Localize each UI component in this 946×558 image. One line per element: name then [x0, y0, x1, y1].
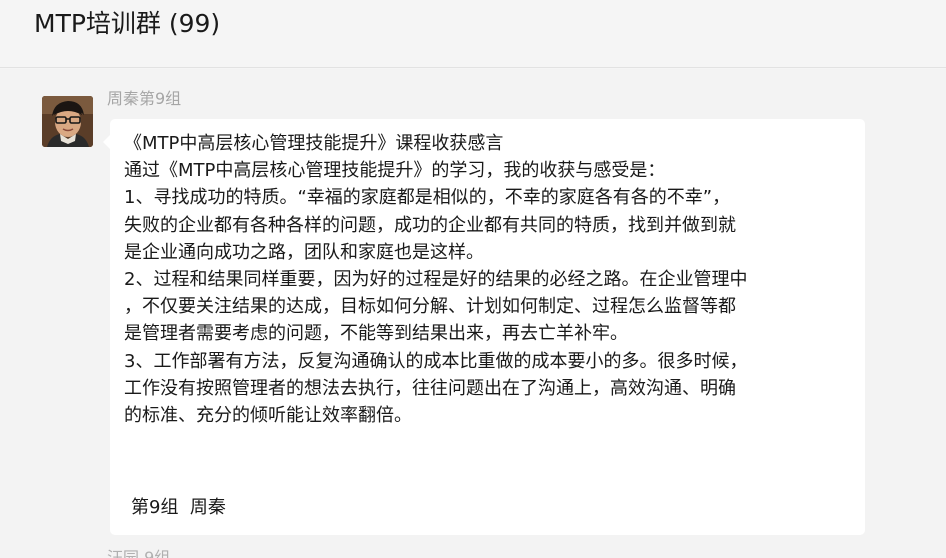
message-line: 失败的企业都有各种各样的问题，成功的企业都有共同的特质，找到并做到就	[124, 214, 736, 236]
message-line: 是管理者需要考虑的问题，不能等到结果出来，再去亡羊补牢。	[124, 323, 628, 345]
message-line: 1、寻找成功的特质。“幸福的家庭都是相似的，不幸的家庭各有各的不幸”，	[124, 187, 731, 209]
message-text: 《MTP中高层核心管理技能提升》课程收获感言 通过《MTP中高层核心管理技能提升…	[124, 130, 860, 429]
message-bubble[interactable]: 《MTP中高层核心管理技能提升》课程收获感言 通过《MTP中高层核心管理技能提升…	[103, 119, 865, 535]
message-line: 通过《MTP中高层核心管理技能提升》的学习，我的收获与感受是：	[124, 160, 666, 182]
message-line: 2、过程和结果同样重要，因为好的过程是好的结果的必经之路。在企业管理中	[124, 268, 748, 290]
message-line: 3、工作部署有方法，反复沟通确认的成本比重做的成本要小的多。很多时候，	[124, 350, 748, 372]
sender-avatar[interactable]	[42, 96, 93, 147]
message-line: 《MTP中高层核心管理技能提升》课程收获感言	[124, 133, 504, 154]
message-line: 是企业通向成功之路，团队和家庭也是这样。	[124, 241, 484, 263]
sender-name: 周秦第9组	[107, 89, 182, 108]
message-line: 工作没有按照管理者的想法去执行，往往问题出在了沟通上，高效沟通、明确	[124, 377, 736, 399]
message-line: 的标准、充分的倾听能让效率翻倍。	[124, 404, 412, 426]
chat-header: MTP培训群 (99)	[0, 0, 946, 68]
bubble-tail	[103, 135, 110, 149]
next-sender-name: 汪园 9组	[107, 548, 171, 558]
message-signature: 第9组 周秦	[131, 497, 226, 518]
chat-title[interactable]: MTP培训群 (99)	[34, 6, 220, 42]
message-line: ，不仅要关注结果的达成，目标如何分解、计划如何制定、过程怎么监督等都	[124, 296, 736, 318]
user-avatar-icon	[42, 96, 93, 147]
message-list[interactable]: 周秦第9组 《MTP中高层核心管理技能提升》课程收获感言 通过《MTP中高层核心…	[0, 69, 946, 558]
